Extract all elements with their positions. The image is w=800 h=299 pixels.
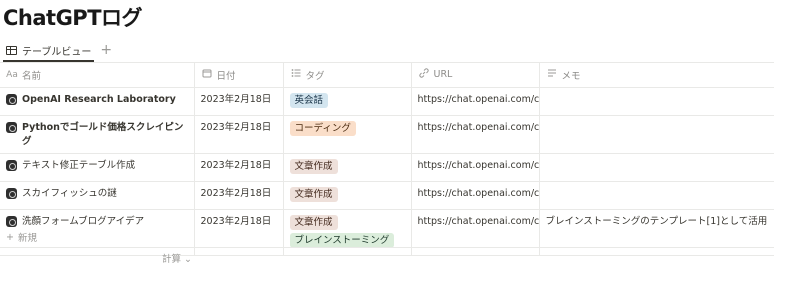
calendar-icon bbox=[201, 68, 213, 81]
cell-tags[interactable]: コーディング bbox=[283, 115, 412, 154]
table-icon bbox=[6, 45, 17, 55]
cell-url[interactable]: https://chat.openai.com/chat bbox=[411, 87, 540, 116]
footer-divider bbox=[0, 247, 774, 248]
cell-memo[interactable] bbox=[539, 181, 774, 210]
cell-url[interactable]: https://chat.openai.com/chat bbox=[411, 209, 540, 256]
chatgpt-icon bbox=[6, 93, 17, 105]
row-title[interactable]: Pythonでゴールド価格スクレイピング bbox=[22, 121, 188, 149]
column-header-date[interactable]: 日付 bbox=[194, 63, 284, 88]
table-row[interactable]: OpenAI Research Laboratory 2023年2月18日 英会… bbox=[0, 87, 774, 116]
cell-memo[interactable]: ブレインストーミングのテンプレート[1]として活用 bbox=[539, 209, 774, 256]
cell-date[interactable]: 2023年2月18日 bbox=[194, 153, 284, 182]
cell-tags[interactable]: 文章作成 bbox=[283, 181, 412, 210]
link-icon bbox=[418, 68, 430, 81]
table-row[interactable]: 洗顔フォームブログアイデア 2023年2月18日 文章作成 ブレインストーミング… bbox=[0, 209, 774, 256]
list-icon bbox=[290, 68, 302, 81]
column-label: 名前 bbox=[22, 70, 42, 82]
cell-name[interactable]: OpenAI Research Laboratory bbox=[0, 87, 195, 116]
column-header-url[interactable]: URL bbox=[411, 63, 540, 88]
column-header-name[interactable]: Aa 名前 bbox=[0, 63, 195, 88]
table-row[interactable]: テキスト修正テーブル作成 2023年2月18日 文章作成 https://cha… bbox=[0, 153, 774, 182]
plus-icon: + bbox=[6, 231, 14, 243]
tag-chip: コーディング bbox=[289, 120, 356, 136]
text-type-icon: Aa bbox=[6, 69, 18, 80]
row-title[interactable]: スカイフィッシュの謎 bbox=[22, 187, 117, 201]
tag-chip: ブレインストーミング bbox=[289, 232, 395, 248]
row-title[interactable]: テキスト修正テーブル作成 bbox=[22, 159, 135, 173]
url-link[interactable]: https://chat.openai.com/chat bbox=[418, 216, 539, 227]
table-row[interactable]: スカイフィッシュの謎 2023年2月18日 文章作成 https://chat.… bbox=[0, 181, 774, 210]
new-row-label: 新規 bbox=[17, 233, 37, 244]
cell-url[interactable]: https://chat.openai.com/chat bbox=[411, 115, 540, 154]
tag-chip: 文章作成 bbox=[289, 214, 338, 230]
chatgpt-icon bbox=[6, 121, 17, 133]
table-header-row: Aa 名前 日付 タグ URL メモ bbox=[0, 63, 774, 88]
text-lines-icon bbox=[546, 68, 558, 81]
chatgpt-icon bbox=[6, 215, 17, 227]
cell-name[interactable]: スカイフィッシュの謎 bbox=[0, 181, 195, 210]
column-header-memo[interactable]: メモ bbox=[539, 63, 774, 88]
calculate-button[interactable]: 計算 ⌄ bbox=[162, 251, 192, 265]
tab-table-view[interactable]: テーブルビュー bbox=[3, 39, 95, 62]
cell-memo[interactable] bbox=[539, 153, 774, 182]
tag-chip: 文章作成 bbox=[289, 158, 338, 174]
column-label: URL bbox=[433, 69, 453, 81]
cell-url[interactable]: https://chat.openai.com/chat bbox=[411, 181, 540, 210]
url-link[interactable]: https://chat.openai.com/chat bbox=[418, 160, 539, 171]
chatgpt-icon bbox=[6, 159, 17, 171]
cell-date[interactable]: 2023年2月18日 bbox=[194, 87, 284, 116]
database-table: Aa 名前 日付 タグ URL メモ OpenAI Research Labor… bbox=[0, 63, 774, 256]
url-link[interactable]: https://chat.openai.com/chat bbox=[418, 122, 539, 133]
column-label: タグ bbox=[305, 70, 325, 82]
column-label: メモ bbox=[561, 70, 581, 82]
page-title: ChatGPTログ bbox=[3, 6, 143, 30]
table-row[interactable]: Pythonでゴールド価格スクレイピング 2023年2月18日 コーディング h… bbox=[0, 115, 774, 154]
chatgpt-icon bbox=[6, 187, 17, 199]
column-header-tag[interactable]: タグ bbox=[283, 63, 412, 88]
cell-memo[interactable] bbox=[539, 87, 774, 116]
cell-name[interactable]: Pythonでゴールド価格スクレイピング bbox=[0, 115, 195, 154]
cell-date[interactable]: 2023年2月18日 bbox=[194, 181, 284, 210]
cell-date[interactable]: 2023年2月18日 bbox=[194, 209, 284, 256]
cell-tags[interactable]: 文章作成 ブレインストーミング bbox=[283, 209, 412, 256]
cell-tags[interactable]: 英会話 bbox=[283, 87, 412, 116]
tag-chip: 文章作成 bbox=[289, 186, 338, 202]
cell-tags[interactable]: 文章作成 bbox=[283, 153, 412, 182]
cell-memo[interactable] bbox=[539, 115, 774, 154]
chevron-down-icon: ⌄ bbox=[184, 254, 193, 265]
tab-label: テーブルビュー bbox=[22, 46, 92, 58]
calc-label: 計算 bbox=[162, 254, 182, 265]
add-view-button[interactable]: + bbox=[100, 43, 112, 57]
row-title[interactable]: 洗顔フォームブログアイデア bbox=[22, 215, 144, 229]
column-label: 日付 bbox=[216, 70, 236, 82]
view-bar: テーブルビュー + bbox=[3, 39, 112, 62]
cell-url[interactable]: https://chat.openai.com/chat bbox=[411, 153, 540, 182]
row-title[interactable]: OpenAI Research Laboratory bbox=[22, 93, 176, 107]
tag-chip: 英会話 bbox=[289, 92, 329, 108]
memo-text: ブレインストーミングのテンプレート[1]として活用 bbox=[545, 215, 768, 227]
new-row-button[interactable]: + 新規 bbox=[6, 230, 37, 245]
cell-name[interactable]: テキスト修正テーブル作成 bbox=[0, 153, 195, 182]
url-link[interactable]: https://chat.openai.com/chat bbox=[418, 188, 539, 199]
url-link[interactable]: https://chat.openai.com/chat bbox=[418, 94, 539, 105]
cell-date[interactable]: 2023年2月18日 bbox=[194, 115, 284, 154]
